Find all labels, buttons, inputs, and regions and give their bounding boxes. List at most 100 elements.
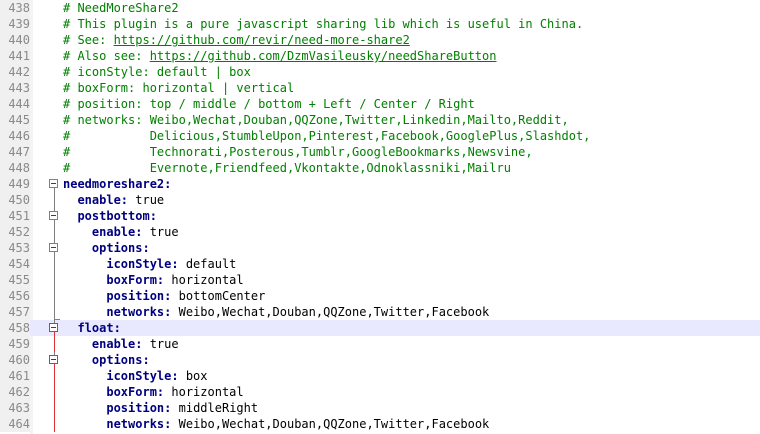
comment-link[interactable]: https://github.com/DzmVasileusky/needSha… — [150, 49, 497, 63]
code-text: networks: Weibo,Wechat,Douban,QQZone,Twi… — [63, 304, 489, 320]
code-line[interactable]: 442 # iconStyle: default | box — [0, 64, 760, 80]
line-number: 461 — [0, 368, 30, 384]
line-number: 444 — [0, 96, 30, 112]
fold-guide-line — [48, 224, 62, 240]
fold-toggle-icon[interactable] — [48, 320, 62, 336]
yaml-key: enable: — [91, 225, 143, 239]
fold-guide-line — [48, 256, 62, 272]
comment-link[interactable]: https://github.com/revir/need-more-share… — [114, 33, 410, 47]
line-number: 460 — [0, 352, 30, 368]
yaml-value: default — [178, 257, 237, 271]
code-text: # NeedMoreShare2 — [63, 0, 179, 16]
code-line[interactable]: 440 # See: https://github.com/revir/need-… — [0, 32, 760, 48]
code-line[interactable]: 460 options: — [0, 352, 760, 368]
code-line[interactable]: 452 enable: true — [0, 224, 760, 240]
code-text: enable: true — [63, 224, 179, 240]
comment-text: # Also see: — [63, 49, 150, 63]
code-line[interactable]: 449 needmoreshare2: — [0, 176, 760, 192]
yaml-value: true — [142, 225, 179, 239]
line-number: 456 — [0, 288, 30, 304]
code-line[interactable]: 441 # Also see: https://github.com/DzmVas… — [0, 48, 760, 64]
yaml-key: position: — [106, 289, 172, 303]
code-text: position: middleRight — [63, 400, 258, 416]
code-line[interactable]: 458 float: — [0, 320, 760, 336]
code-text: # networks: Weibo,Wechat,Douban,QQZone,T… — [63, 112, 569, 128]
comment-text: # position: top / middle / bottom + Left… — [63, 97, 475, 111]
code-line[interactable]: 450 enable: true — [0, 192, 760, 208]
comment-text: # Evernote,Friendfeed,Vkontakte,Odnoklas… — [63, 161, 511, 175]
line-number: 451 — [0, 208, 30, 224]
code-line[interactable]: 448 # Evernote,Friendfeed,Vkontakte,Odnok… — [0, 160, 760, 176]
comment-text: # This plugin is a pure javascript shari… — [63, 17, 584, 31]
code-line[interactable]: 462 boxForm: horizontal — [0, 384, 760, 400]
code-line[interactable]: 447 # Technorati,Posterous,Tumblr,GoogleB… — [0, 144, 760, 160]
code-text: options: — [63, 240, 150, 256]
comment-text: # See: — [63, 33, 114, 47]
line-number: 438 — [0, 0, 30, 16]
code-line[interactable]: 439 # This plugin is a pure javascript sh… — [0, 16, 760, 32]
code-line[interactable]: 444 # position: top / middle / bottom + L… — [0, 96, 760, 112]
yaml-value: horizontal — [164, 273, 244, 287]
code-text: boxForm: horizontal — [63, 272, 244, 288]
code-text: # This plugin is a pure javascript shari… — [63, 16, 583, 32]
yaml-key: networks: — [106, 305, 172, 319]
code-editor[interactable]: 438 # NeedMoreShare2 439 # This plugin is a… — [0, 0, 760, 434]
code-text: # Delicious,StumbleUpon,Pinterest,Facebo… — [63, 128, 590, 144]
code-line[interactable]: 454 iconStyle: default — [0, 256, 760, 272]
code-line[interactable]: 453 options: — [0, 240, 760, 256]
fold-toggle-icon[interactable] — [48, 176, 62, 192]
yaml-value: Weibo,Wechat,Douban,QQZone,Twitter,Faceb… — [171, 305, 490, 319]
code-line[interactable]: 438 # NeedMoreShare2 — [0, 0, 760, 16]
code-text: boxForm: horizontal — [63, 384, 243, 400]
yaml-value: true — [142, 337, 179, 351]
line-number: 454 — [0, 256, 30, 272]
code-line[interactable]: 446 # Delicious,StumbleUpon,Pinterest,Fac… — [0, 128, 760, 144]
line-number: 440 — [0, 32, 30, 48]
code-text: # Also see: https://github.com/DzmVasile… — [63, 48, 496, 64]
code-line[interactable]: 464 networks: Weibo,Wechat,Douban,QQZone… — [0, 416, 760, 432]
fold-guide-line — [48, 384, 62, 400]
line-number: 455 — [0, 272, 30, 288]
code-text: needmoreshare2: — [63, 176, 171, 192]
yaml-key: needmoreshare2: — [63, 177, 172, 191]
code-line[interactable]: 445 # networks: Weibo,Wechat,Douban,QQZon… — [0, 112, 760, 128]
yaml-key: boxForm: — [106, 273, 165, 287]
code-text: iconStyle: default — [63, 256, 236, 272]
comment-text: # iconStyle: default | box — [63, 65, 251, 79]
yaml-key: networks: — [106, 417, 172, 431]
code-text: postbottom: — [63, 208, 157, 224]
fold-toggle-icon[interactable] — [48, 208, 62, 224]
code-text: # position: top / middle / bottom + Left… — [63, 96, 475, 112]
code-text: enable: true — [63, 192, 164, 208]
code-text: # boxForm: horizontal | vertical — [63, 80, 294, 96]
fold-guide-line — [48, 336, 62, 352]
comment-text: # boxForm: horizontal | vertical — [63, 81, 295, 95]
line-number: 439 — [0, 16, 30, 32]
fold-guide-line — [48, 304, 62, 320]
code-text: position: bottomCenter — [63, 288, 265, 304]
code-line[interactable]: 463 position: middleRight — [0, 400, 760, 416]
yaml-key: iconStyle: — [106, 257, 179, 271]
code-line[interactable]: 457 networks: Weibo,Wechat,Douban,QQZone… — [0, 304, 760, 320]
yaml-value: box — [178, 369, 208, 383]
code-text: iconStyle: box — [63, 368, 208, 384]
line-number: 443 — [0, 80, 30, 96]
line-number: 458 — [0, 320, 30, 336]
code-line[interactable]: 443 # boxForm: horizontal | vertical — [0, 80, 760, 96]
code-line[interactable]: 461 iconStyle: box — [0, 368, 760, 384]
line-number: 463 — [0, 400, 30, 416]
fold-guide-line — [48, 400, 62, 416]
line-number: 450 — [0, 192, 30, 208]
code-line[interactable]: 459 enable: true — [0, 336, 760, 352]
code-line[interactable]: 455 boxForm: horizontal — [0, 272, 760, 288]
line-number: 448 — [0, 160, 30, 176]
yaml-value: Weibo,Wechat,Douban,QQZone,Twitter,Faceb… — [171, 417, 490, 431]
fold-toggle-icon[interactable] — [48, 240, 62, 256]
code-line[interactable]: 451 postbottom: — [0, 208, 760, 224]
yaml-value: middleRight — [171, 401, 259, 415]
code-line[interactable]: 456 position: bottomCenter — [0, 288, 760, 304]
fold-toggle-icon[interactable] — [48, 352, 62, 368]
yaml-key: postbottom: — [77, 209, 157, 223]
yaml-key: options: — [91, 241, 150, 255]
comment-text: # Technorati,Posterous,Tumblr,GoogleBook… — [63, 145, 533, 159]
